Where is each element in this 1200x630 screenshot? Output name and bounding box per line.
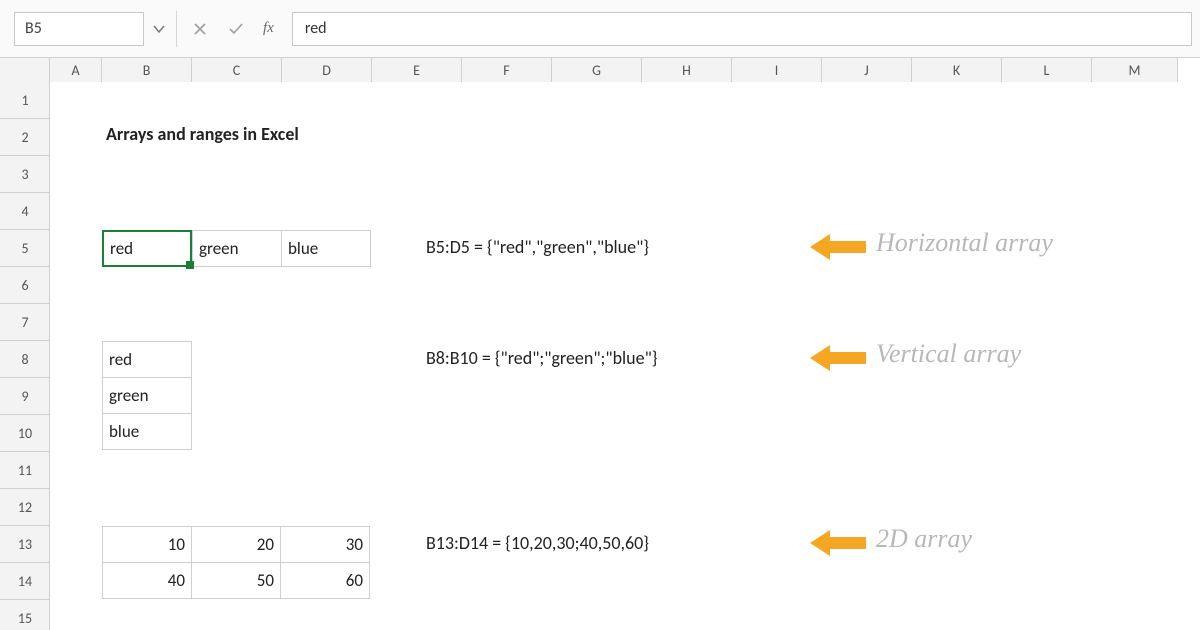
cell-value: blue bbox=[288, 238, 318, 259]
row-headers: 123456789101112131415 bbox=[0, 82, 50, 630]
cell[interactable]: 10 bbox=[102, 526, 192, 563]
select-all-corner[interactable] bbox=[0, 58, 50, 82]
formula-ribbon: B5 fx red bbox=[0, 0, 1200, 58]
row-header[interactable]: 9 bbox=[0, 378, 50, 415]
column-header[interactable]: F bbox=[462, 58, 552, 82]
chevron-down-icon[interactable] bbox=[144, 12, 174, 46]
cell-canvas[interactable]: Arrays and ranges in Excel red green blu… bbox=[50, 82, 1200, 630]
cell[interactable]: 60 bbox=[280, 562, 370, 599]
row-header[interactable]: 3 bbox=[0, 156, 50, 193]
column-header[interactable]: G bbox=[552, 58, 642, 82]
name-box-value: B5 bbox=[25, 19, 42, 38]
cell[interactable]: 50 bbox=[191, 562, 281, 599]
namebox-wrap: B5 bbox=[14, 10, 174, 48]
column-header[interactable]: K bbox=[912, 58, 1002, 82]
cell-value: 20 bbox=[257, 534, 274, 555]
arrow-left-icon bbox=[810, 343, 866, 373]
column-header[interactable]: E bbox=[372, 58, 462, 82]
cell[interactable]: red bbox=[102, 341, 192, 378]
column-headers: ABCDEFGHIJKLM bbox=[0, 58, 1178, 82]
cell[interactable]: blue bbox=[102, 413, 192, 450]
cell-value: red bbox=[110, 238, 133, 259]
annotation: 2D array bbox=[876, 524, 972, 554]
column-header[interactable]: M bbox=[1092, 58, 1178, 82]
column-header[interactable]: I bbox=[732, 58, 822, 82]
row-header[interactable]: 4 bbox=[0, 193, 50, 230]
cell-value: blue bbox=[109, 421, 139, 442]
cancel-icon[interactable] bbox=[187, 14, 213, 44]
annotation: Horizontal array bbox=[876, 228, 1053, 258]
row-header[interactable]: 8 bbox=[0, 341, 50, 378]
fill-handle[interactable] bbox=[186, 261, 194, 269]
row-header[interactable]: 7 bbox=[0, 304, 50, 341]
row-header[interactable]: 12 bbox=[0, 489, 50, 526]
column-header[interactable]: D bbox=[282, 58, 372, 82]
column-header[interactable]: C bbox=[192, 58, 282, 82]
cell-value: 40 bbox=[168, 570, 185, 591]
cell-value: 30 bbox=[346, 534, 363, 555]
row-header[interactable]: 11 bbox=[0, 452, 50, 489]
row-header[interactable]: 15 bbox=[0, 600, 50, 630]
cell[interactable]: 20 bbox=[191, 526, 281, 563]
formula-label: B8:B10 = {"red";"green";"blue"} bbox=[426, 347, 657, 369]
cell-value: green bbox=[199, 238, 239, 259]
formula-bar-value: red bbox=[305, 19, 327, 38]
spreadsheet-grid: ABCDEFGHIJKLM 123456789101112131415 Arra… bbox=[0, 58, 1200, 630]
column-header[interactable]: A bbox=[50, 58, 102, 82]
selected-cell[interactable]: red bbox=[102, 230, 192, 267]
divider bbox=[176, 11, 177, 47]
cell-value: 60 bbox=[346, 570, 363, 591]
cell-value: green bbox=[109, 385, 149, 406]
row-header[interactable]: 14 bbox=[0, 563, 50, 600]
formula-bar-buttons: fx bbox=[183, 14, 282, 44]
annotation: Vertical array bbox=[876, 339, 1021, 369]
row-header[interactable]: 10 bbox=[0, 415, 50, 452]
formula-label: B13:D14 = {10,20,30;40,50,60} bbox=[426, 532, 649, 554]
row-header[interactable]: 2 bbox=[0, 119, 50, 156]
row-header[interactable]: 6 bbox=[0, 267, 50, 304]
row-header[interactable]: 13 bbox=[0, 526, 50, 563]
page-title: Arrays and ranges in Excel bbox=[106, 123, 299, 145]
formula-label: B5:D5 = {"red","green","blue"} bbox=[426, 236, 649, 258]
column-header[interactable]: H bbox=[642, 58, 732, 82]
fx-icon[interactable]: fx bbox=[259, 20, 278, 37]
cell[interactable]: 30 bbox=[280, 526, 370, 563]
name-box[interactable]: B5 bbox=[14, 12, 144, 46]
cell-value: 50 bbox=[257, 570, 274, 591]
column-header[interactable]: B bbox=[102, 58, 192, 82]
check-icon[interactable] bbox=[223, 14, 249, 44]
cell-value: 10 bbox=[168, 534, 185, 555]
arrow-left-icon bbox=[810, 232, 866, 262]
row-header[interactable]: 5 bbox=[0, 230, 50, 267]
arrow-left-icon bbox=[810, 528, 866, 558]
cell-value: red bbox=[109, 349, 132, 370]
cell[interactable]: blue bbox=[281, 230, 371, 267]
row-header[interactable]: 1 bbox=[0, 82, 50, 119]
cell[interactable]: green bbox=[192, 230, 282, 267]
formula-bar[interactable]: red bbox=[292, 12, 1192, 46]
column-header[interactable]: J bbox=[822, 58, 912, 82]
column-header[interactable]: L bbox=[1002, 58, 1092, 82]
cell[interactable]: 40 bbox=[102, 562, 192, 599]
cell[interactable]: green bbox=[102, 377, 192, 414]
